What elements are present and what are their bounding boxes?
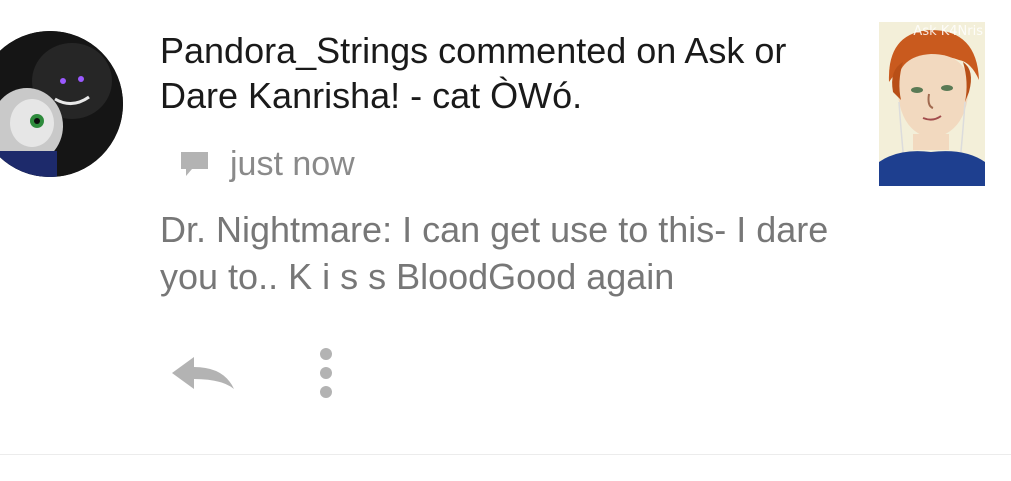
notification-meta: just now (178, 142, 355, 186)
comment-bubble-icon (178, 148, 211, 181)
timestamp: just now (230, 144, 355, 183)
commenter-avatar[interactable] (0, 31, 123, 177)
notification-title[interactable]: Pandora_Strings commented on Ask or Dare… (160, 28, 840, 118)
avatar-image (0, 31, 123, 177)
reply-button[interactable] (168, 348, 238, 398)
list-divider (0, 454, 1011, 455)
thumbnail-watermark: Ask K4Nris (913, 24, 983, 39)
more-vertical-icon (320, 348, 332, 398)
thumbnail-image (879, 22, 985, 186)
notification-actions (168, 346, 338, 400)
comment-notification[interactable]: Pandora_Strings commented on Ask or Dare… (0, 0, 1011, 455)
post-thumbnail[interactable]: Ask K4Nris (879, 22, 985, 186)
more-options-button[interactable] (314, 346, 338, 400)
reply-arrow-icon (172, 357, 234, 389)
comment-text[interactable]: Dr. Nightmare: I can get use to this- I … (160, 206, 860, 300)
